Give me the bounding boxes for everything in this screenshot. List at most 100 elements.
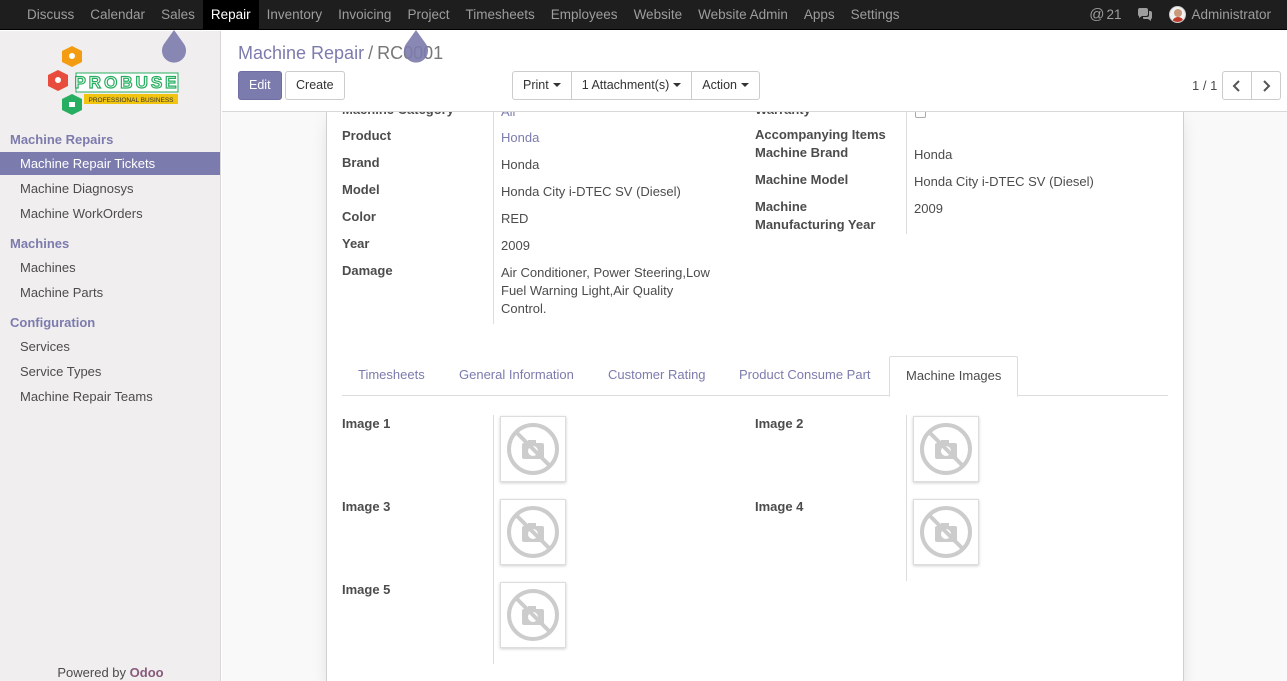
damage-value-line-1: Air Conditioner, Power Steering,Low <box>501 265 710 280</box>
menu-repair[interactable]: Repair <box>202 0 259 30</box>
color-label: Color <box>342 209 376 224</box>
create-button[interactable]: Create <box>285 71 345 100</box>
machine-mfg-year-label-line-2: Manufacturing Year <box>755 217 876 232</box>
machine-category-value[interactable]: All <box>501 112 515 121</box>
menu-employees[interactable]: Employees <box>543 0 626 30</box>
no-image-icon <box>920 506 972 558</box>
year-value: 2009 <box>501 238 530 253</box>
sidebar-actions: Print 1 Attachment(s) Action <box>512 71 760 100</box>
damage-value-line-3: Control. <box>501 301 547 316</box>
images-left-divider <box>493 415 494 664</box>
systray: @ 21 Administrator <box>1081 0 1287 30</box>
tab-timesheets[interactable]: Timesheets <box>342 356 441 396</box>
print-label: Print <box>523 78 549 92</box>
at-icon: @ <box>1089 6 1105 23</box>
action-dropdown[interactable]: Action <box>692 72 759 99</box>
sidebar-item-machines[interactable]: Machines <box>0 256 220 279</box>
sidebar-item-machine-repair-teams[interactable]: Machine Repair Teams <box>0 385 220 408</box>
image-3-label: Image 3 <box>342 499 391 514</box>
warranty-label: Warranty <box>755 112 811 119</box>
tab-product-consume-part[interactable]: Product Consume Part <box>723 356 887 396</box>
images-right-divider <box>906 415 907 581</box>
chevron-right-icon <box>1263 79 1271 92</box>
image-5-field[interactable] <box>500 582 566 648</box>
notebook-tabs: Timesheets General Information Customer … <box>342 356 1168 397</box>
menu-website[interactable]: Website <box>626 0 691 30</box>
tour-drop-marker[interactable] <box>160 30 188 64</box>
product-label: Product <box>342 128 392 143</box>
action-label: Action <box>702 78 737 92</box>
logo-subtext: PROFESSIONAL BUSINESS <box>88 97 174 104</box>
powered-by-text: Powered by <box>57 665 127 680</box>
image-5-label: Image 5 <box>342 582 391 597</box>
color-value: RED <box>501 211 529 226</box>
odoo-link[interactable]: Odoo <box>130 665 164 680</box>
menu-apps[interactable]: Apps <box>796 0 843 30</box>
image-1-field[interactable] <box>500 416 566 482</box>
tour-drop-marker[interactable] <box>402 30 430 64</box>
image-1-label: Image 1 <box>342 416 391 431</box>
brand-label: Brand <box>342 155 380 170</box>
menu-calendar[interactable]: Calendar <box>82 0 153 30</box>
image-4-field[interactable] <box>913 499 979 565</box>
chat-button[interactable] <box>1129 0 1161 30</box>
menu-timesheets[interactable]: Timesheets <box>457 0 542 30</box>
menu-invoicing[interactable]: Invoicing <box>330 0 399 30</box>
avatar <box>1169 6 1187 23</box>
menu-sales[interactable]: Sales <box>153 0 203 30</box>
breadcrumb-separator: / <box>368 43 374 63</box>
no-image-icon <box>507 423 559 475</box>
no-image-icon <box>920 423 972 475</box>
model-value: Honda City i-DTEC SV (Diesel) <box>501 184 681 199</box>
left-group-divider <box>493 112 494 324</box>
right-group-divider <box>906 112 907 234</box>
image-2-field[interactable] <box>913 416 979 482</box>
menu-settings[interactable]: Settings <box>843 0 908 30</box>
section-configuration: Configuration <box>10 315 96 330</box>
year-label: Year <box>342 236 370 251</box>
pager-next-button[interactable] <box>1251 71 1281 100</box>
tab-customer-rating[interactable]: Customer Rating <box>592 356 722 396</box>
model-label: Model <box>342 182 380 197</box>
attachments-dropdown[interactable]: 1 Attachment(s) <box>572 72 693 99</box>
no-image-icon <box>507 506 559 558</box>
sidebar: PROBUSE PROFESSIONAL BUSINESS Machine Re… <box>0 31 221 681</box>
powered-by: Powered by Odoo <box>0 665 221 680</box>
sidebar-item-machine-workorders[interactable]: Machine WorkOrders <box>0 202 220 225</box>
breadcrumb-parent[interactable]: Machine Repair <box>238 43 364 63</box>
no-image-icon <box>507 589 559 641</box>
sidebar-item-services[interactable]: Services <box>0 335 220 358</box>
product-value[interactable]: Honda <box>501 129 539 147</box>
sidebar-item-machine-diagnosys[interactable]: Machine Diagnosys <box>0 177 220 200</box>
pager-value: 1 / 1 <box>1192 78 1218 93</box>
chat-icon <box>1138 8 1153 21</box>
mentions-button[interactable]: @ 21 <box>1081 0 1129 30</box>
brand-value: Honda <box>501 157 540 172</box>
sidebar-item-machine-parts[interactable]: Machine Parts <box>0 281 220 304</box>
user-menu[interactable]: Administrator <box>1161 0 1279 30</box>
mentions-count: 21 <box>1106 7 1122 22</box>
warranty-checkbox[interactable] <box>915 112 926 118</box>
machine-model-label: Machine Model <box>755 172 849 187</box>
machine-category-label: Machine Category <box>342 112 454 119</box>
sidebar-item-machine-repair-tickets[interactable]: Machine Repair Tickets <box>0 152 220 175</box>
section-machine-repairs: Machine Repairs <box>10 132 114 147</box>
menu-inventory[interactable]: Inventory <box>259 0 331 30</box>
pager-previous-button[interactable] <box>1222 71 1252 100</box>
machine-mfg-year-value: 2009 <box>914 201 943 216</box>
top-navbar: Discuss Calendar Sales Repair Inventory … <box>0 0 1287 30</box>
sidebar-item-service-types[interactable]: Service Types <box>0 360 220 383</box>
tab-general-information[interactable]: General Information <box>443 356 590 396</box>
print-dropdown[interactable]: Print <box>513 72 572 99</box>
accompanying-items-label: Accompanying Items <box>755 127 886 142</box>
caret-down-icon <box>673 83 682 87</box>
section-machines: Machines <box>10 236 70 251</box>
edit-button[interactable]: Edit <box>238 71 282 100</box>
tab-machine-images[interactable]: Machine Images <box>889 356 1019 397</box>
image-3-field[interactable] <box>500 499 566 565</box>
menu-project[interactable]: Project <box>399 0 457 30</box>
form-sheet: Machine Category All Product Honda Brand… <box>326 112 1184 681</box>
image-4-label: Image 4 <box>755 499 804 514</box>
menu-website-admin[interactable]: Website Admin <box>690 0 796 30</box>
menu-discuss[interactable]: Discuss <box>19 0 82 30</box>
